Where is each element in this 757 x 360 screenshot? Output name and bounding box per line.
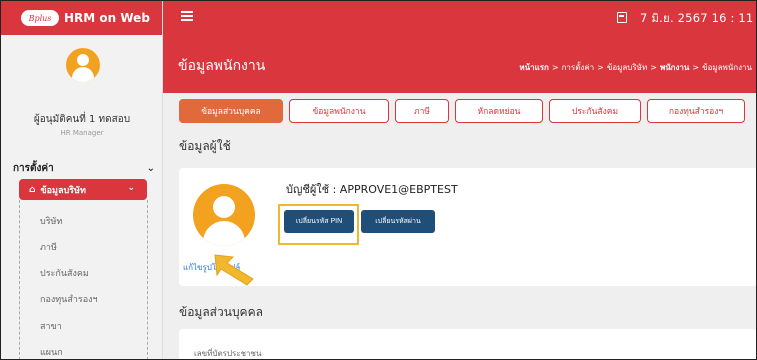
app-window: Bplus HRM on Web ผู้อนุมัติคนที่ 1 ทดสอบ… [0, 0, 757, 360]
tab-provident-fund[interactable]: กองทุนสำรองฯ [647, 99, 745, 123]
sidebar-subitem-branch[interactable]: สาขา [40, 319, 62, 333]
tab-social-security[interactable]: ประกันสังคม [549, 99, 641, 123]
sidebar-subitem-tax[interactable]: ภาษี [40, 240, 57, 254]
brand-bar[interactable]: Bplus HRM on Web [1, 1, 162, 35]
profile-avatar [193, 184, 255, 246]
sidebar-subitem-provident-fund[interactable]: กองทุนสำรองฯ [40, 292, 98, 306]
tab-personal-info[interactable]: ข้อมูลส่วนบุคคล [179, 99, 283, 123]
title-bar: ข้อมูลพนักงาน หน้าแรก > การตั้งค่า > ข้อมูลบ… [163, 35, 756, 93]
change-password-button[interactable]: เปลี่ยนรหัสผ่าน [361, 210, 435, 233]
breadcrumb-settings[interactable]: การตั้งค่า [562, 63, 595, 72]
user-info-heading: ข้อมูลผู้ใช้ [179, 139, 231, 153]
change-pin-button[interactable]: เปลี่ยนรหัส PIN [284, 210, 354, 233]
account-label: บัญชีผู้ใช้ : APPROVE1@EBPTEST [286, 183, 458, 196]
arrow-pointer-icon [214, 254, 254, 286]
breadcrumb-home[interactable]: หน้าแรก [519, 63, 549, 72]
user-profile: ผู้อนุมัติคนที่ 1 ทดสอบ HR Manager [1, 35, 162, 147]
user-name: ผู้อนุมัติคนที่ 1 ทดสอบ [33, 114, 131, 125]
tree-line [19, 200, 20, 359]
chevron-down-icon: ⌄ [127, 183, 135, 193]
sidebar-section-label: การตั้งค่า [13, 163, 54, 174]
personal-info-card: เลขที่บัตรประชาชน [179, 329, 756, 359]
tab-employee-info[interactable]: ข้อมูลพนักงาน [289, 99, 389, 123]
page-title: ข้อมูลพนักงาน [178, 58, 266, 74]
tab-tax[interactable]: ภาษี [395, 99, 449, 123]
hamburger-menu-icon[interactable] [181, 11, 193, 21]
chevron-down-icon: ⌄ [146, 163, 155, 174]
sidebar-subitem-company[interactable]: บริษัท [40, 214, 62, 228]
user-info-card: แก้ไขรูปโปรไฟล์ บัญชีผู้ใช้ : APPROVE1@E… [179, 168, 756, 286]
sidebar: Bplus HRM on Web ผู้อนุมัติคนที่ 1 ทดสอบ… [1, 1, 163, 359]
brand-logo: Bplus [21, 10, 59, 26]
breadcrumb: หน้าแรก > การตั้งค่า > ข้อมูลบริษัท > พนักงาน >… [519, 63, 752, 72]
sidebar-item-label: ข้อมูลบริษัท [40, 185, 86, 196]
id-card-label: เลขที่บัตรประชาชน [194, 349, 262, 358]
tab-deductions[interactable]: หักลดหย่อน [455, 99, 543, 123]
calendar-icon [617, 12, 627, 23]
personal-info-heading: ข้อมูลส่วนบุคคล [179, 305, 263, 319]
sidebar-section-settings[interactable]: การตั้งค่า ⌄ [13, 161, 155, 176]
main-content: ข้อมูลส่วนบุคคล ข้อมูลพนักงาน ภาษี หักลด… [163, 93, 756, 359]
sidebar-subitem-social-security[interactable]: ประกันสังคม [40, 266, 89, 280]
app-name: HRM on Web [64, 11, 150, 25]
tab-bar: ข้อมูลส่วนบุคคล ข้อมูลพนักงาน ภาษี หักลด… [179, 99, 745, 123]
avatar [66, 48, 100, 82]
current-datetime: 7 มิ.ย. 2567 16 : 11 : 06 [640, 11, 756, 25]
breadcrumb-employee-info: ข้อมูลพนักงาน [702, 63, 752, 72]
home-icon: ⌂ [29, 184, 36, 195]
sidebar-item-company-info[interactable]: ⌂ ข้อมูลบริษัท ⌄ [19, 179, 147, 200]
sidebar-subitem-department[interactable]: แผนก [40, 345, 63, 359]
user-role: HR Manager [60, 129, 104, 137]
tree-line [147, 200, 148, 359]
breadcrumb-employee[interactable]: พนักงาน [660, 63, 689, 72]
breadcrumb-company-info[interactable]: ข้อมูลบริษัท [607, 63, 647, 72]
top-bar: 7 มิ.ย. 2567 16 : 11 : 06 [163, 1, 756, 35]
